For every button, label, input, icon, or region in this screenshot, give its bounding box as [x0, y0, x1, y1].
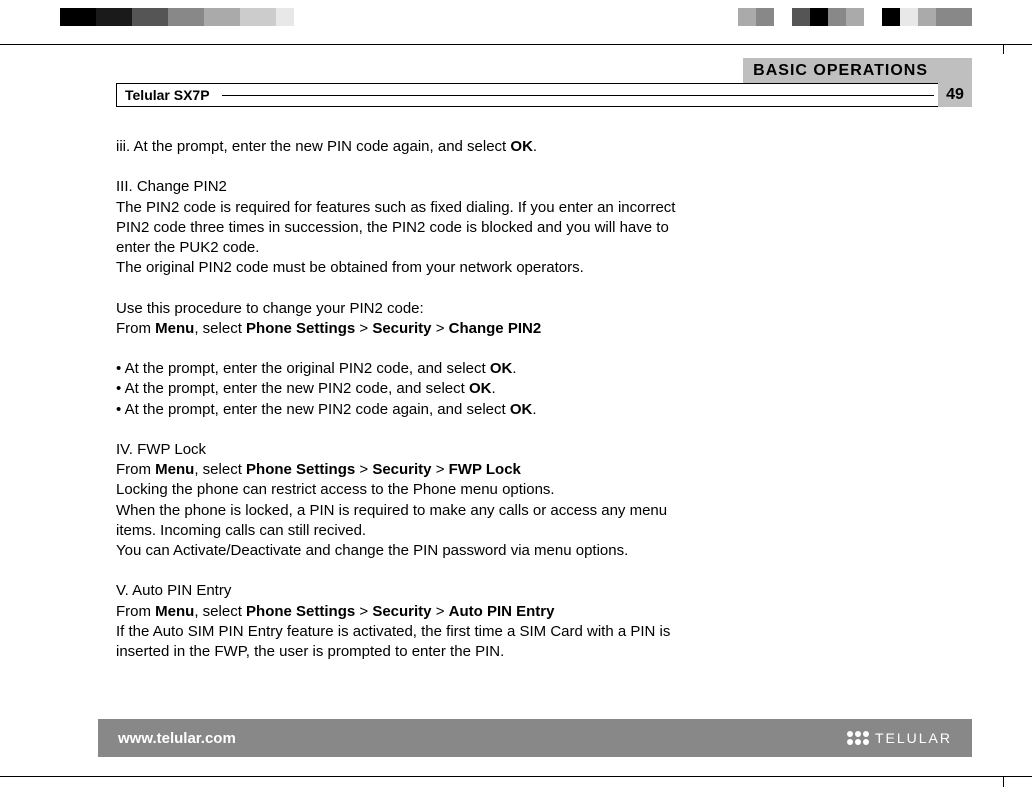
color-square: [240, 8, 258, 26]
footer-url: www.telular.com: [118, 730, 236, 747]
III-title: III. Change PIN2: [116, 177, 706, 197]
top-color-squares: [0, 8, 1032, 26]
bullet-1: • At the prompt, enter the original PIN2…: [116, 359, 706, 379]
color-square: [312, 8, 330, 26]
color-square: [186, 8, 204, 26]
top-crop-line: [0, 44, 1032, 45]
color-square: [756, 8, 774, 26]
bullet-3: • At the prompt, enter the new PIN2 code…: [116, 400, 706, 420]
page-content: BASIC OPERATIONS Telular SX7P 49 iii. At…: [116, 58, 972, 662]
header-rule: [222, 95, 934, 96]
color-square: [936, 8, 954, 26]
color-square: [150, 8, 168, 26]
color-square: [222, 8, 240, 26]
color-square: [204, 8, 222, 26]
color-square: [774, 8, 792, 26]
IV-p2: When the phone is locked, a PIN is requi…: [116, 501, 706, 542]
color-square: [132, 8, 150, 26]
footer-bar: www.telular.com TELULAR: [98, 719, 972, 757]
footer-brand: TELULAR: [875, 730, 952, 746]
color-square: [96, 8, 114, 26]
color-square: [792, 8, 810, 26]
V-title: V. Auto PIN Entry: [116, 581, 706, 601]
III-use: Use this procedure to change your PIN2 c…: [116, 299, 706, 319]
section-title-extend: [938, 58, 972, 84]
line-iii: iii. At the prompt, enter the new PIN co…: [116, 137, 706, 157]
bottom-crop-line: [0, 776, 1032, 777]
section-title: BASIC OPERATIONS: [743, 58, 938, 84]
III-path: From Menu, select Phone Settings > Secur…: [116, 319, 706, 339]
color-square: [78, 8, 96, 26]
IV-p1: Locking the phone can restrict access to…: [116, 480, 706, 500]
color-square: [60, 8, 78, 26]
logo-dots-icon: [847, 731, 869, 745]
bullet-2: • At the prompt, enter the new PIN2 code…: [116, 379, 706, 399]
color-square: [168, 8, 186, 26]
color-square: [114, 8, 132, 26]
crop-mark-tr: [1003, 44, 1004, 54]
V-p1: If the Auto SIM PIN Entry feature is act…: [116, 622, 706, 663]
color-square: [294, 8, 312, 26]
IV-path: From Menu, select Phone Settings > Secur…: [116, 460, 706, 480]
color-square: [810, 8, 828, 26]
color-square: [864, 8, 882, 26]
section-header-row: BASIC OPERATIONS: [116, 58, 972, 84]
page-number: 49: [938, 83, 972, 107]
crop-mark-br: [1003, 777, 1004, 787]
color-square: [882, 8, 900, 26]
color-square: [276, 8, 294, 26]
color-square: [954, 8, 972, 26]
III-p2: The original PIN2 code must be obtained …: [116, 258, 706, 278]
model-label: Telular SX7P: [117, 87, 218, 103]
IV-title: IV. FWP Lock: [116, 440, 706, 460]
color-square: [846, 8, 864, 26]
III-p1: The PIN2 code is required for features s…: [116, 198, 706, 259]
color-square: [900, 8, 918, 26]
V-path: From Menu, select Phone Settings > Secur…: [116, 602, 706, 622]
color-square: [828, 8, 846, 26]
color-square: [738, 8, 756, 26]
IV-p3: You can Activate/Deactivate and change t…: [116, 541, 706, 561]
color-square: [258, 8, 276, 26]
body-text: iii. At the prompt, enter the new PIN co…: [116, 137, 706, 662]
color-square: [918, 8, 936, 26]
footer-logo: TELULAR: [847, 730, 952, 746]
model-row: Telular SX7P: [116, 83, 938, 107]
